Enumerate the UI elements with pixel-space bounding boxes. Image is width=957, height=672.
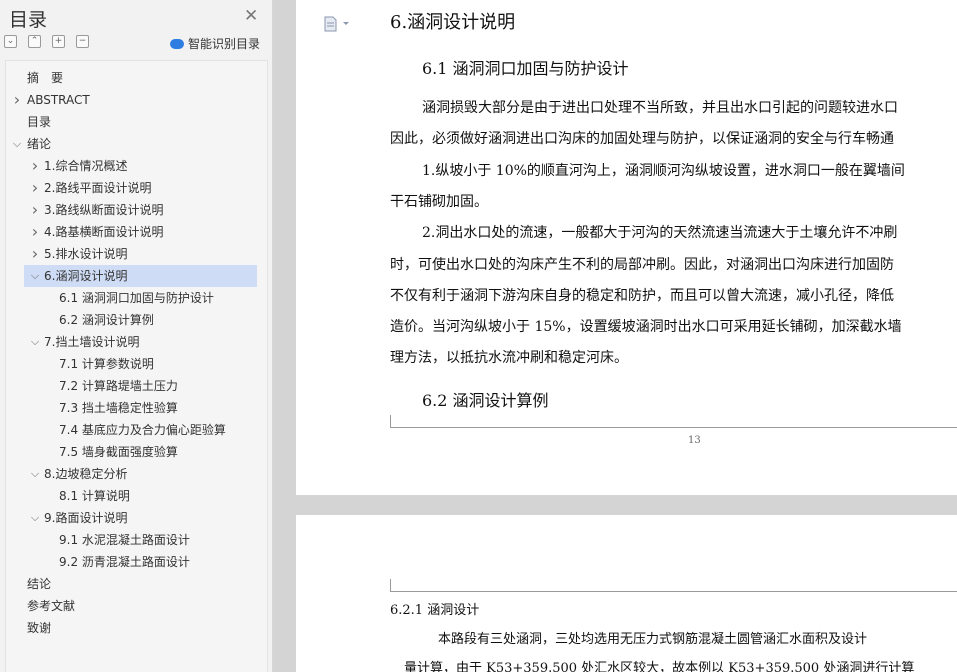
page-icon[interactable] <box>324 16 350 32</box>
toc-item-label: 4.路基横断面设计说明 <box>44 225 164 239</box>
toc-item[interactable]: ⌵ 6.涵洞设计说明 <box>24 265 257 287</box>
page-number: 13 <box>688 435 701 446</box>
para4-line2: 量计算，由于 K53+359.500 处汇水区较大，故本例以 K53+359.5… <box>404 661 915 672</box>
toc-item-label: 6.涵洞设计说明 <box>44 269 128 283</box>
chevron-right-icon[interactable]: › <box>30 177 40 199</box>
toc-item-label: 致谢 <box>27 621 52 635</box>
toc-item-label: 9.2 沥青混凝土路面设计 <box>59 555 190 569</box>
toc-item[interactable]: 7.1 计算参数说明 <box>6 353 265 375</box>
toc-item-label: 7.挡土墙设计说明 <box>44 335 140 349</box>
para3-line4: 造价。当河沟纵坡小于 15%，设置缓坡涵洞时出水口可采用延长铺砌，加深截水墙 <box>390 319 902 335</box>
toc-item[interactable]: › 3.路线纵断面设计说明 <box>6 199 265 221</box>
para3-line5: 理方法，以抵抗水流冲刷和稳定河床。 <box>390 350 628 366</box>
toc-item[interactable]: ⌵ 绪论 <box>6 133 265 155</box>
chevron-down-icon[interactable]: ⌵ <box>30 463 40 485</box>
toc-item[interactable]: ⌵ 7.挡土墙设计说明 <box>6 331 265 353</box>
para2-line1: 1.纵坡小于 10%的顺直河沟上，涵洞顺河沟纵坡设置，进水洞口一般在翼墙间 <box>422 163 905 179</box>
toc-item[interactable]: › 5.排水设计说明 <box>6 243 265 265</box>
toc-item[interactable]: ⌵ 9.路面设计说明 <box>6 507 265 529</box>
toc-item[interactable]: 致谢 <box>6 617 265 639</box>
toc-item-label: 3.路线纵断面设计说明 <box>44 203 164 217</box>
toc-item-label: 7.1 计算参数说明 <box>59 357 154 371</box>
para2-line2: 干石铺砌加固。 <box>390 194 488 210</box>
margin-corner-mark <box>390 579 391 591</box>
chevron-down-icon[interactable]: ⌵ <box>30 507 40 529</box>
toc-item-label: 8.边坡稳定分析 <box>44 467 128 481</box>
ai-recognize-label: 智能识别目录 <box>188 37 261 51</box>
toc-item-label: 参考文献 <box>27 599 76 613</box>
chevron-right-icon[interactable]: › <box>30 243 40 265</box>
toc-item-label: 5.排水设计说明 <box>44 247 128 261</box>
margin-corner-mark <box>390 415 391 427</box>
chevron-right-icon[interactable]: › <box>12 89 22 111</box>
toc-item-label: 7.3 挡土墙稳定性验算 <box>59 401 178 415</box>
expand-icon[interactable]: ⌃ <box>28 35 41 48</box>
para3-line2: 时，可使出水口处的沟床产生不利的局部冲刷。因此，对涵洞出口沟床进行加固防 <box>390 257 894 273</box>
toc-item-label: 7.2 计算路堤墙土压力 <box>59 379 178 393</box>
toc-item-label: 1.综合情况概述 <box>44 159 128 173</box>
toc-item-label: 2.路线平面设计说明 <box>44 181 152 195</box>
chevron-right-icon[interactable]: › <box>30 155 40 177</box>
document-view[interactable]: 6.涵洞设计说明 6.1 涵洞洞口加固与防护设计 涵洞损毁大部分是由于进出口处理… <box>273 0 957 672</box>
toc-item-label: 6.2 涵洞设计算例 <box>59 313 154 327</box>
chapter-heading: 6.涵洞设计说明 <box>390 12 516 33</box>
toc-item[interactable]: 参考文献 <box>6 595 265 617</box>
toc-item[interactable]: › 2.路线平面设计说明 <box>6 177 265 199</box>
toc-title: 目录 <box>9 9 48 31</box>
toc-item[interactable]: 8.1 计算说明 <box>6 485 265 507</box>
toc-item-label: 摘 要 <box>27 71 64 85</box>
para3-line1: 2.洞出水口处的流速，一般都大于河沟的天然流速当流速大于土壤允许不冲刷 <box>422 225 898 241</box>
section-heading-6-2: 6.2 涵洞设计算例 <box>422 391 549 410</box>
chevron-down-icon[interactable]: ⌵ <box>30 331 40 353</box>
para1-line2: 因此，必须做好涵洞进出口沟床的加固处理与防护，以保证涵洞的安全与行车畅通 <box>390 131 894 147</box>
chevron-down-icon[interactable]: ⌵ <box>12 133 22 155</box>
toc-item-label: 结论 <box>27 577 52 591</box>
toc-item[interactable]: 7.5 墙身截面强度验算 <box>6 441 265 463</box>
section-heading-6-1: 6.1 涵洞洞口加固与防护设计 <box>422 59 629 78</box>
para3-line3: 不仅有利于涵洞下游沟床自身的稳定和防护，而且可以曾大流速，减小孔径，降低 <box>390 288 894 304</box>
toc-item[interactable]: 目录 <box>6 111 265 133</box>
toc-item[interactable]: › ABSTRACT <box>6 89 265 111</box>
toc-item[interactable]: 9.1 水泥混凝土路面设计 <box>6 529 265 551</box>
chevron-right-icon[interactable]: › <box>30 199 40 221</box>
toc-item-label: 7.5 墙身截面强度验算 <box>59 445 178 459</box>
toc-item-label: ABSTRACT <box>27 93 90 107</box>
toc-item-label: 6.1 涵洞洞口加固与防护设计 <box>59 291 214 305</box>
toc-item[interactable]: 7.4 基底应力及合力偏心距验算 <box>6 419 265 441</box>
subsection-heading-6-2-1: 6.2.1 涵洞设计 <box>390 603 480 618</box>
toc-item[interactable]: 9.2 沥青混凝土路面设计 <box>6 551 265 573</box>
toc-item[interactable]: 7.3 挡土墙稳定性验算 <box>6 397 265 419</box>
header-rule <box>390 591 957 592</box>
toc-item-label: 9.1 水泥混凝土路面设计 <box>59 533 190 547</box>
toc-item[interactable]: 6.2 涵洞设计算例 <box>6 309 265 331</box>
chevron-down-icon[interactable]: ⌵ <box>30 265 40 287</box>
toc-item[interactable]: › 4.路基横断面设计说明 <box>6 221 265 243</box>
cloud-icon <box>170 39 184 49</box>
toc-item[interactable]: 7.2 计算路堤墙土压力 <box>6 375 265 397</box>
chevron-right-icon[interactable]: › <box>30 221 40 243</box>
collapse-icon[interactable]: ⌄ <box>4 35 17 48</box>
toc-item[interactable]: 摘 要 <box>6 67 265 89</box>
toc-item-label: 目录 <box>27 115 52 129</box>
minus-icon[interactable]: − <box>76 35 89 48</box>
toc-item[interactable]: 6.1 涵洞洞口加固与防护设计 <box>6 287 265 309</box>
toc-sidebar: 目录 ✕ ⌄ ⌃ + − 智能识别目录 摘 要 › ABSTRACT 目录 ⌵ 绪论 › 1.… <box>0 0 273 672</box>
toc-item[interactable]: › 1.综合情况概述 <box>6 155 265 177</box>
ai-recognize-toc-button[interactable]: 智能识别目录 <box>170 35 260 52</box>
toc-item-label: 绪论 <box>27 137 52 151</box>
toc-item[interactable]: ⌵ 8.边坡稳定分析 <box>6 463 265 485</box>
page-13: 6.涵洞设计说明 6.1 涵洞洞口加固与防护设计 涵洞损毁大部分是由于进出口处理… <box>296 0 957 495</box>
plus-icon[interactable]: + <box>52 35 65 48</box>
toc-list: 摘 要 › ABSTRACT 目录 ⌵ 绪论 › 1.综合情况概述 › 2.路线平面设计说明 › 3.… <box>5 60 268 672</box>
toc-item-label: 9.路面设计说明 <box>44 511 128 525</box>
toc-item-label: 8.1 计算说明 <box>59 489 130 503</box>
toc-item-label: 7.4 基底应力及合力偏心距验算 <box>59 423 226 437</box>
para1-line1: 涵洞损毁大部分是由于进出口处理不当所致，并且出水口引起的问题较进水口 <box>422 100 898 116</box>
toc-item[interactable]: 结论 <box>6 573 265 595</box>
page-14: 6.2.1 涵洞设计 本路段有三处涵洞，三处均选用无压力式钢筋混凝土圆管涵汇水面… <box>296 515 957 672</box>
footer-rule <box>390 427 957 428</box>
para4-line1: 本路段有三处涵洞，三处均选用无压力式钢筋混凝土圆管涵汇水面积及设计 <box>438 632 868 647</box>
close-icon[interactable]: ✕ <box>244 6 258 26</box>
